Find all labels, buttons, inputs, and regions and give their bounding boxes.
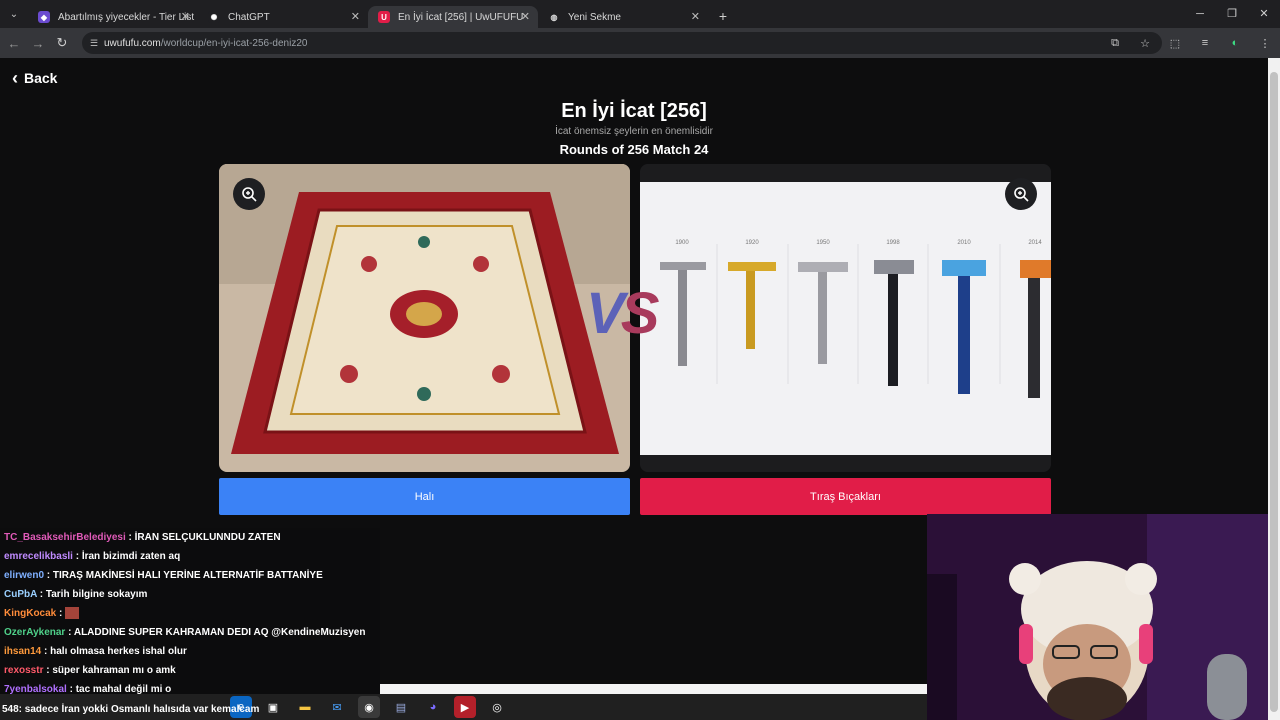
chat-user: OzerAykenar bbox=[4, 627, 66, 638]
razor-year: 2014 bbox=[1028, 240, 1042, 246]
tab-label: ChatGPT bbox=[228, 11, 270, 23]
carpet-image bbox=[219, 164, 630, 472]
address-bar[interactable]: ☰ uwufufu.com/worldcup/en-iyi-icat-256-d… bbox=[82, 32, 1162, 54]
chatgpt-favicon-icon: ✺ bbox=[208, 11, 220, 23]
tab-label: Abartılmış yiyecekler - Tier List bbox=[58, 11, 195, 23]
vs-label: VS bbox=[586, 281, 659, 346]
chat-user: rexosstr bbox=[4, 665, 44, 676]
back-button[interactable]: ‹ Back bbox=[12, 68, 58, 88]
scrollbar-thumb[interactable] bbox=[1270, 72, 1278, 712]
translate-icon[interactable]: ⧉ bbox=[1100, 37, 1130, 50]
toolbar-icons: ⧉ ☆ ⬚ ≡ ◐ ⋮ bbox=[1100, 28, 1280, 58]
razor-year: 1900 bbox=[675, 240, 689, 246]
round-info: Rounds of 256 Match 24 bbox=[559, 142, 709, 157]
minimize-icon[interactable]: ─ bbox=[1184, 0, 1216, 28]
chat-message: TC_BasaksehirBelediyesi : İRAN SELÇUKLUN… bbox=[4, 532, 281, 543]
uwufufu-favicon-icon: U bbox=[378, 11, 390, 23]
chat-text: ALADDINE SUPER KAHRAMAN DEDI AQ @Kendine… bbox=[73, 627, 366, 638]
page-title: En İyi İcat [256] bbox=[561, 100, 707, 122]
chat-user: KingKocak bbox=[4, 608, 57, 619]
forward-arrow-icon[interactable]: → bbox=[26, 36, 50, 51]
razor-year: 1950 bbox=[816, 240, 830, 246]
right-choice-button[interactable]: Tıraş Bıçakları bbox=[640, 478, 1051, 515]
chat-text: İran bizimdi zaten aq bbox=[81, 551, 181, 562]
razor-year: 2010 bbox=[957, 240, 971, 246]
chat-text: süper kahraman mı o amk bbox=[52, 665, 176, 676]
zoom-in-icon[interactable] bbox=[1005, 178, 1037, 210]
close-tab-icon[interactable]: ✕ bbox=[351, 10, 360, 23]
streamer-webcam bbox=[927, 514, 1280, 720]
chat-message: ihsan14 : halı olmasa herkes ishal olur bbox=[4, 646, 187, 657]
chat-text: Tarih bilgine sokayım bbox=[45, 589, 148, 600]
emote-icon bbox=[65, 607, 80, 620]
back-arrow-icon[interactable]: ← bbox=[2, 36, 26, 51]
reload-icon[interactable]: ↻ bbox=[50, 35, 74, 51]
chat-user: CuPbA bbox=[4, 589, 37, 600]
menu-icon[interactable]: ⋮ bbox=[1250, 37, 1280, 50]
close-tab-icon[interactable]: ✕ bbox=[691, 10, 700, 23]
webcam-image bbox=[927, 514, 1280, 720]
tab-uwufufu[interactable]: U En İyi İcat [256] | UwUFUFU ✕ bbox=[368, 6, 538, 28]
close-window-icon[interactable]: ✕ bbox=[1248, 0, 1280, 28]
url-host: uwufufu.com bbox=[104, 37, 161, 49]
obs-icon[interactable]: ◎ bbox=[486, 696, 508, 718]
tab-label: En İyi İcat [256] | UwUFUFU bbox=[398, 11, 524, 23]
tab-chatgpt[interactable]: ✺ ChatGPT ✕ bbox=[198, 6, 368, 28]
url-path: /worldcup/en-iyi-icat-256-deniz20 bbox=[160, 37, 308, 49]
window-controls: ─ ❐ ✕ bbox=[1184, 0, 1280, 28]
close-tab-icon[interactable]: ✕ bbox=[181, 10, 190, 23]
chat-message: OzerAykenar : ALADDINE SUPER KAHRAMAN DE… bbox=[4, 627, 366, 638]
chat-text: İRAN SELÇUKLUNNDU ZATEN bbox=[134, 532, 281, 543]
tab-label: Yeni Sekme bbox=[568, 11, 621, 23]
chat-user: elirwen0 bbox=[4, 570, 45, 581]
chat-message: CuPbA : Tarih bilgine sokayım bbox=[4, 589, 148, 600]
chat-message: emrecelikbasli : İran bizimdi zaten aq bbox=[4, 551, 181, 562]
razor-year: 1998 bbox=[886, 240, 900, 246]
tab-search-button[interactable]: ⌄ bbox=[0, 0, 28, 28]
chat-user: emrecelikbasli bbox=[4, 551, 73, 562]
chat-user: ihsan14 bbox=[4, 646, 42, 657]
chat-user: TC_BasaksehirBelediyesi bbox=[4, 532, 126, 543]
page-scrollbar[interactable] bbox=[1268, 58, 1280, 720]
new-tab-button[interactable]: + bbox=[712, 8, 734, 24]
chat-text: halı olmasa herkes ishal olur bbox=[50, 646, 187, 657]
discord-icon[interactable]: ◕ bbox=[422, 696, 444, 718]
restore-icon[interactable]: ❐ bbox=[1216, 0, 1248, 28]
media-player-icon[interactable]: ▶ bbox=[454, 696, 476, 718]
tab-tier-list[interactable]: ◆ Abartılmış yiyecekler - Tier List ✕ bbox=[28, 6, 198, 28]
site-info-icon[interactable]: ☰ bbox=[88, 37, 100, 49]
tab-new-tab[interactable]: ◍ Yeni Sekme ✕ bbox=[538, 6, 708, 28]
razor-year: 1920 bbox=[745, 240, 759, 246]
chat-text: TIRAŞ MAKİNESİ HALI YERİNE ALTERNATİF BA… bbox=[52, 570, 323, 581]
chat-message: KingKocak : bbox=[0, 604, 380, 623]
globe-icon: ◍ bbox=[550, 12, 558, 22]
extensions-icon[interactable]: ⬚ bbox=[1160, 37, 1190, 50]
left-choice-image[interactable] bbox=[219, 164, 630, 472]
profile-icon[interactable]: ◐ bbox=[1220, 37, 1250, 49]
left-choice-button[interactable]: Halı bbox=[219, 478, 630, 515]
browser-toolbar: ← → ↻ ☰ uwufufu.com/worldcup/en-iyi-icat… bbox=[0, 28, 1280, 58]
chat-ticker: 548: sadece İran yokki Osmanlı halısıda … bbox=[2, 704, 260, 715]
right-choice-image[interactable]: 1900 1920 1950 1998 2010 2014 bbox=[640, 164, 1051, 472]
tierlist-favicon-icon: ◆ bbox=[38, 11, 50, 23]
chat-message: elirwen0 : TIRAŞ MAKİNESİ HALI YERİNE AL… bbox=[4, 570, 323, 581]
media-icon[interactable]: ≡ bbox=[1190, 37, 1220, 49]
back-label: Back bbox=[24, 70, 58, 86]
stream-chat-overlay: TC_BasaksehirBelediyesi : İRAN SELÇUKLUN… bbox=[0, 528, 380, 700]
chat-message: rexosstr : süper kahraman mı o amk bbox=[4, 665, 176, 676]
page-bottom-strip bbox=[380, 684, 927, 694]
tab-bar: ⌄ ◆ Abartılmış yiyecekler - Tier List ✕ … bbox=[0, 0, 1280, 28]
close-tab-icon[interactable]: ✕ bbox=[521, 10, 530, 23]
chevron-left-icon: ‹ bbox=[12, 68, 18, 88]
bookmark-star-icon[interactable]: ☆ bbox=[1130, 37, 1160, 50]
razors-image: 1900 1920 1950 1998 2010 2014 bbox=[640, 164, 1051, 472]
zoom-in-icon[interactable] bbox=[233, 178, 265, 210]
page-subtitle: İcat önemsiz şeylerin en önemlisidir bbox=[555, 126, 713, 137]
